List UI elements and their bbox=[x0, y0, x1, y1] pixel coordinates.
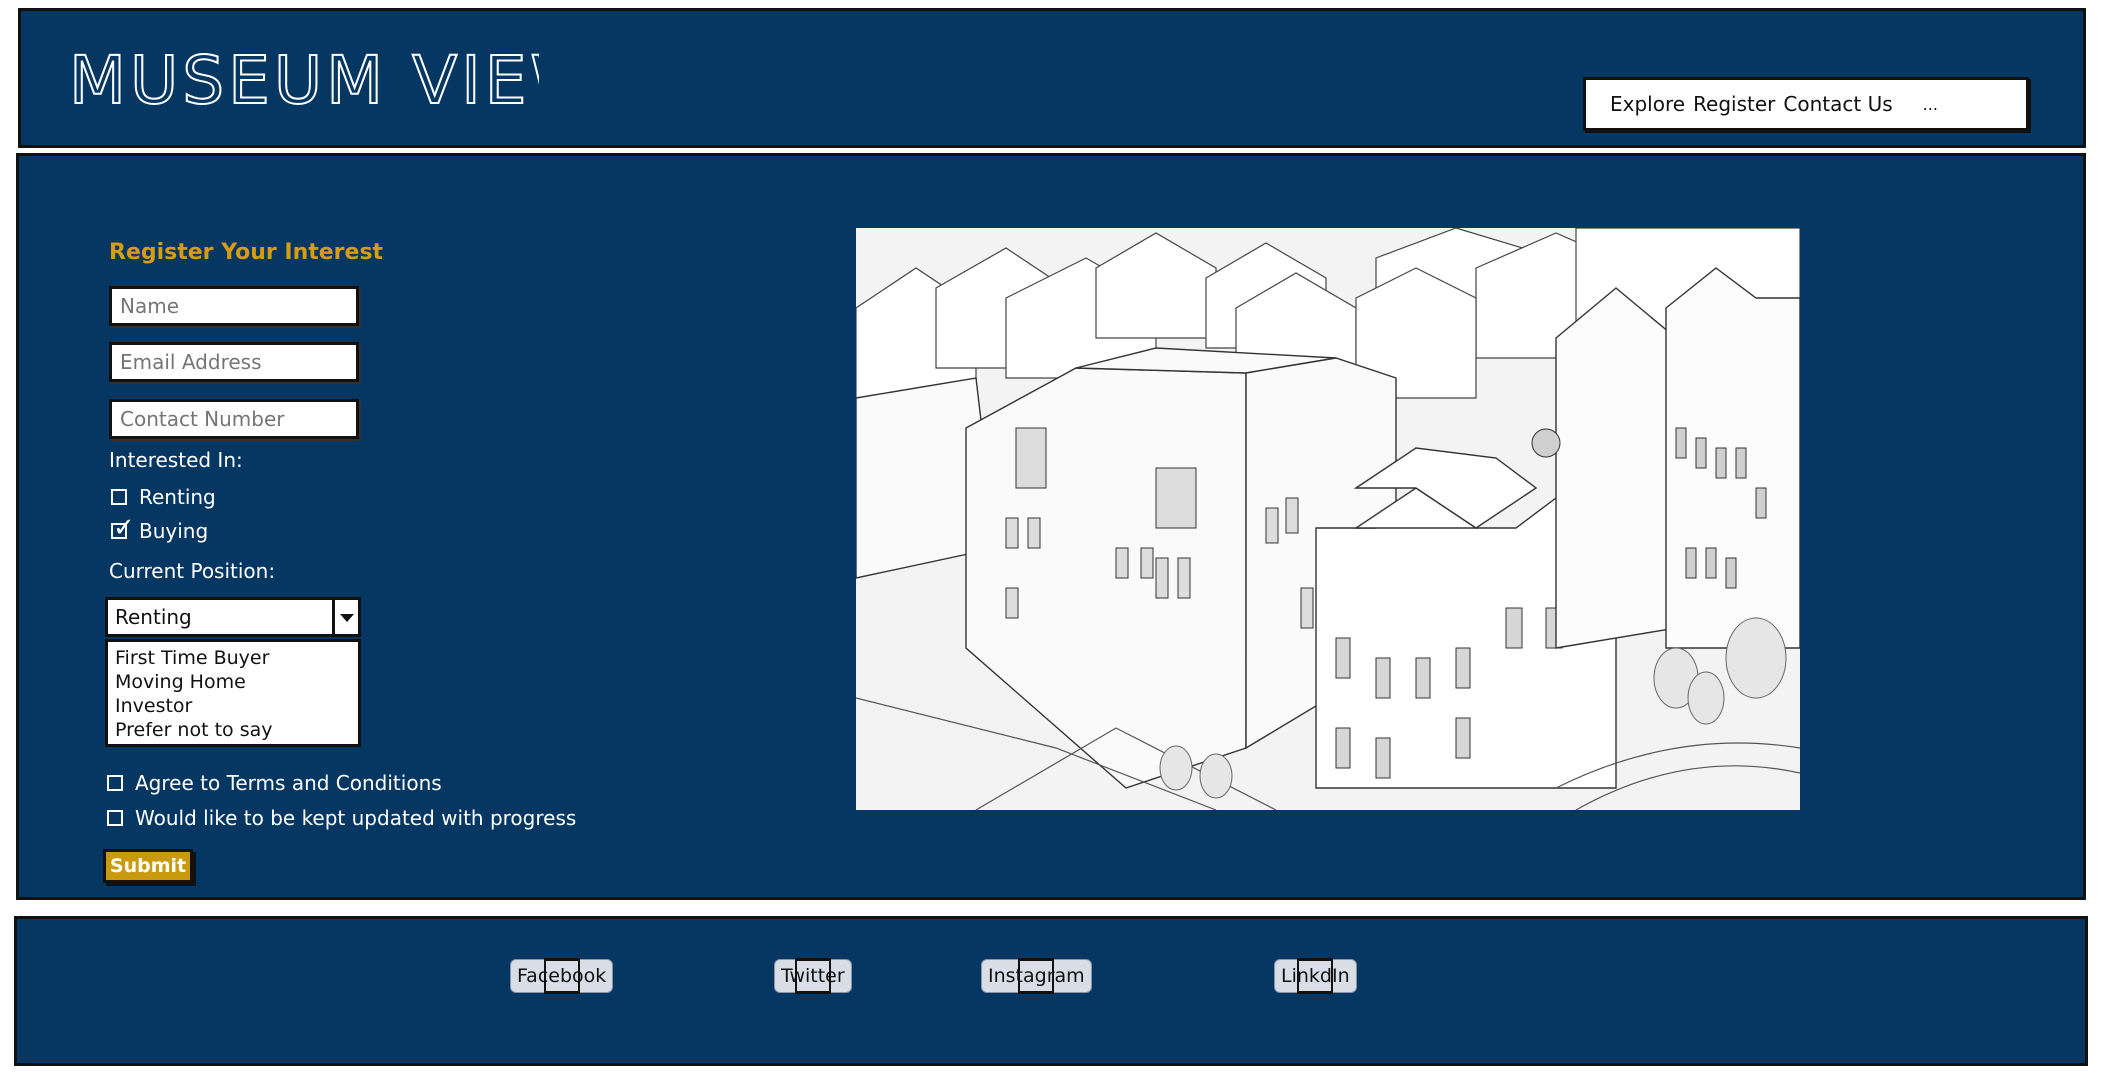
option-investor[interactable]: Investor bbox=[115, 694, 358, 718]
linkedin-link[interactable]: LinkdIn bbox=[1274, 959, 1357, 993]
site-footer: Facebook Twitter Instagram LinkdIn bbox=[14, 916, 2088, 1066]
interested-in-label: Interested In: bbox=[109, 448, 243, 472]
current-position-select[interactable]: Renting bbox=[105, 597, 361, 637]
nav-contact-us[interactable]: Contact Us bbox=[1783, 92, 1892, 116]
option-moving-home[interactable]: Moving Home bbox=[115, 670, 358, 694]
buying-checkbox[interactable] bbox=[111, 515, 135, 541]
nav-register[interactable]: Register bbox=[1693, 92, 1775, 116]
building-illustration bbox=[856, 228, 1800, 810]
twitter-link[interactable]: Twitter bbox=[774, 959, 852, 993]
email-field[interactable] bbox=[109, 342, 359, 382]
logo-wordmark: MUSEUM VIEW bbox=[68, 41, 597, 120]
site-logo[interactable]: MUSEUM VIEW bbox=[68, 41, 597, 120]
select-value: Renting bbox=[115, 605, 192, 629]
current-position-options: First Time Buyer Moving Home Investor Pr… bbox=[105, 639, 361, 747]
terms-checkbox[interactable] bbox=[107, 775, 123, 791]
renting-checkbox[interactable] bbox=[111, 489, 127, 505]
terms-label: Agree to Terms and Conditions bbox=[135, 771, 442, 795]
site-header: MUSEUM VIEW Explore Register Contact Us … bbox=[18, 8, 2086, 148]
main-content: Register Your Interest Interested In: Re… bbox=[16, 153, 2086, 900]
building-render-image bbox=[856, 228, 1800, 810]
updates-label: Would like to be kept updated with progr… bbox=[135, 806, 577, 830]
buying-label: Buying bbox=[139, 519, 209, 543]
logo-text: MUSEUM VIEW bbox=[69, 45, 539, 117]
renting-label: Renting bbox=[139, 485, 216, 509]
current-position-label: Current Position: bbox=[109, 559, 276, 583]
nav-more-button[interactable]: ... bbox=[1923, 95, 1938, 114]
submit-button[interactable]: Submit bbox=[103, 849, 193, 883]
chevron-down-icon[interactable] bbox=[332, 600, 358, 634]
nav-explore[interactable]: Explore bbox=[1610, 92, 1685, 116]
form-title: Register Your Interest bbox=[109, 240, 384, 265]
facebook-link[interactable]: Facebook bbox=[510, 959, 614, 993]
option-first-time-buyer[interactable]: First Time Buyer bbox=[115, 646, 358, 670]
name-field[interactable] bbox=[109, 286, 359, 326]
contact-number-field[interactable] bbox=[109, 399, 359, 439]
option-prefer-not-to-say[interactable]: Prefer not to say bbox=[115, 718, 358, 742]
instagram-link[interactable]: Instagram bbox=[981, 959, 1092, 993]
updates-checkbox[interactable] bbox=[107, 810, 123, 826]
top-navigation: Explore Register Contact Us ... bbox=[1583, 77, 2029, 131]
